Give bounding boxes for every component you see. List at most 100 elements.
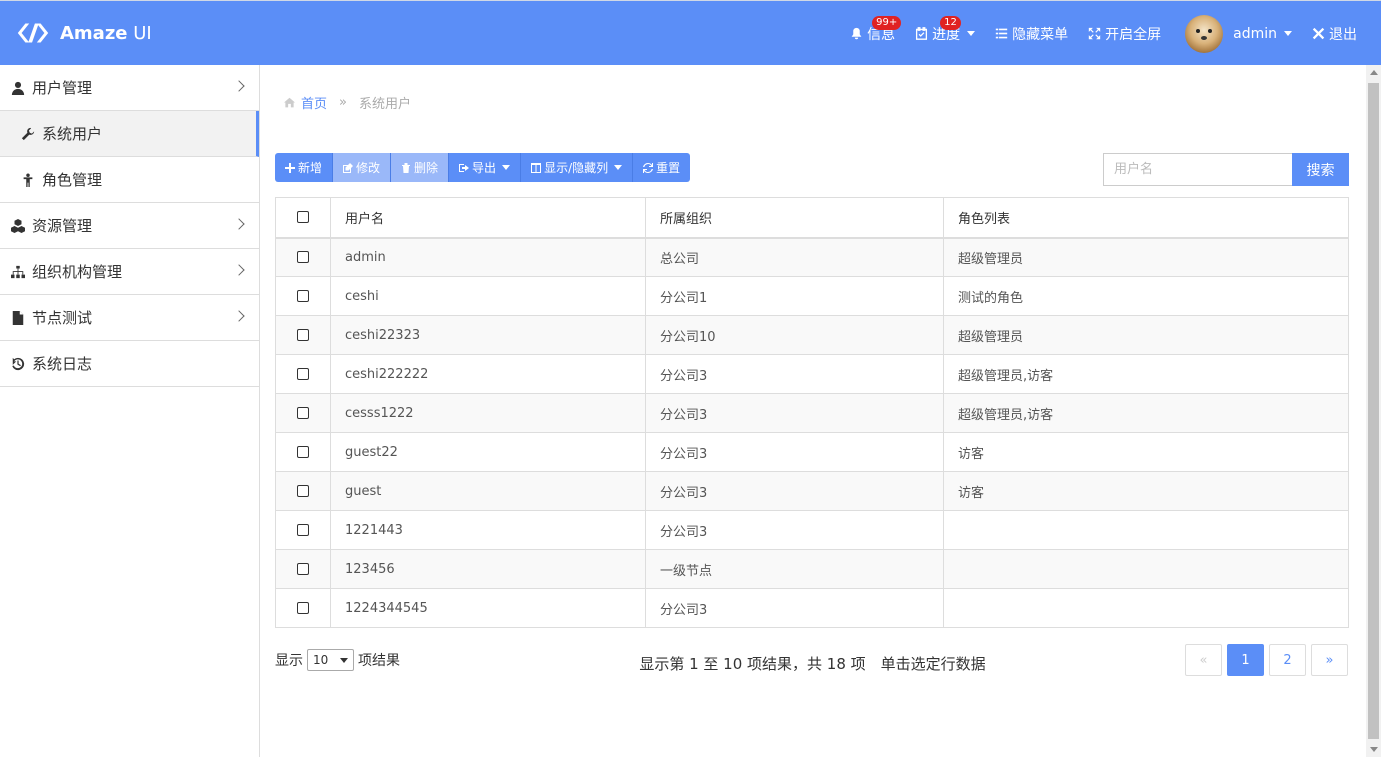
cell-organization: 分公司3 bbox=[645, 510, 944, 550]
calendar-check-icon bbox=[916, 27, 928, 40]
messages-menu[interactable]: 信息 99+ bbox=[840, 1, 905, 66]
sign-out-icon bbox=[459, 163, 470, 172]
sidebar-item-resource-management[interactable]: 资源管理 bbox=[0, 203, 259, 249]
cell-username: guest bbox=[330, 471, 646, 511]
user-menu[interactable]: admin bbox=[1171, 1, 1302, 66]
sidebar-item-label: 系统用户 bbox=[42, 125, 103, 143]
trash-icon bbox=[402, 162, 411, 173]
row-checkbox[interactable] bbox=[297, 329, 309, 341]
table-row[interactable]: 1221443 分公司3 bbox=[275, 510, 1349, 550]
edit-icon bbox=[343, 162, 354, 173]
scrollbar-thumb[interactable] bbox=[1368, 83, 1379, 739]
cell-username: admin bbox=[330, 237, 646, 277]
row-checkbox[interactable] bbox=[297, 407, 309, 419]
brand-logo[interactable]: Amaze UI bbox=[14, 19, 152, 47]
scroll-up-icon[interactable] bbox=[1370, 70, 1378, 75]
column-header-organization[interactable]: 所属组织 bbox=[645, 197, 944, 239]
prev-page-button[interactable]: « bbox=[1185, 644, 1222, 676]
main-content: 首页 » 系统用户 新增 修改 删除 导出 显示/隐藏列 重置 用户名 搜索 用… bbox=[260, 65, 1366, 757]
toggle-columns-button[interactable]: 显示/隐藏列 bbox=[521, 153, 634, 182]
search-input[interactable] bbox=[1103, 153, 1292, 186]
file-icon bbox=[10, 310, 26, 326]
page-size-select[interactable]: 10 bbox=[307, 649, 354, 671]
table-row[interactable]: admin 总公司 超级管理员 bbox=[275, 237, 1349, 277]
select-all-checkbox[interactable] bbox=[297, 211, 309, 224]
chevron-right-icon bbox=[233, 218, 245, 230]
cell-roles bbox=[943, 588, 1349, 628]
row-checkbox[interactable] bbox=[297, 563, 309, 575]
progress-badge: 12 bbox=[940, 16, 961, 30]
sidebar-item-role-management[interactable]: 角色管理 bbox=[0, 157, 259, 203]
table-row[interactable]: ceshi22323 分公司10 超级管理员 bbox=[275, 315, 1349, 355]
table-row[interactable]: ceshi222222 分公司3 超级管理员,访客 bbox=[275, 354, 1349, 394]
history-icon bbox=[10, 356, 26, 372]
sidebar-item-label: 系统日志 bbox=[32, 355, 93, 373]
column-header-username[interactable]: 用户名 bbox=[330, 197, 646, 239]
sidebar-item-system-users[interactable]: 系统用户 bbox=[0, 111, 259, 157]
logout-button[interactable]: 退出 bbox=[1302, 1, 1381, 66]
vertical-scrollbar[interactable] bbox=[1366, 65, 1381, 757]
row-checkbox[interactable] bbox=[297, 524, 309, 536]
table-row[interactable]: 1224344545 分公司3 bbox=[275, 588, 1349, 628]
add-button[interactable]: 新增 bbox=[275, 153, 334, 182]
home-icon bbox=[284, 97, 295, 108]
cell-organization: 分公司1 bbox=[645, 276, 944, 316]
columns-icon bbox=[531, 162, 542, 173]
cell-organization: 分公司3 bbox=[645, 393, 944, 433]
export-button[interactable]: 导出 bbox=[449, 153, 522, 182]
sidebar-item-user-management[interactable]: 用户管理 bbox=[0, 65, 259, 111]
cell-roles: 超级管理员,访客 bbox=[943, 393, 1349, 433]
row-checkbox[interactable] bbox=[297, 485, 309, 497]
chevron-down-icon bbox=[502, 165, 511, 170]
row-checkbox[interactable] bbox=[297, 368, 309, 380]
page-1-button[interactable]: 1 bbox=[1227, 644, 1264, 676]
wrench-icon bbox=[20, 126, 36, 142]
top-navbar: Amaze UI 信息 99+ 进度 12 隐藏菜单 开启全屏 admin 退出 bbox=[0, 0, 1381, 65]
pagination: « 1 2 » bbox=[1185, 644, 1348, 676]
scroll-down-icon[interactable] bbox=[1370, 747, 1378, 752]
fullscreen-button[interactable]: 开启全屏 bbox=[1078, 1, 1171, 66]
chevron-down-icon bbox=[340, 657, 348, 663]
sidebar-item-system-log[interactable]: 系统日志 bbox=[0, 341, 259, 387]
cell-organization: 分公司3 bbox=[645, 588, 944, 628]
page-2-button[interactable]: 2 bbox=[1269, 644, 1306, 676]
cell-roles: 超级管理员 bbox=[943, 315, 1349, 355]
table-row[interactable]: cesss1222 分公司3 超级管理员,访客 bbox=[275, 393, 1349, 433]
sitemap-icon bbox=[10, 264, 26, 280]
row-checkbox[interactable] bbox=[297, 602, 309, 614]
plus-icon bbox=[285, 162, 295, 173]
edit-button[interactable]: 修改 bbox=[333, 153, 392, 182]
hide-menu-button[interactable]: 隐藏菜单 bbox=[985, 1, 1078, 66]
fullscreen-label: 开启全屏 bbox=[1105, 26, 1162, 43]
close-icon bbox=[1312, 27, 1325, 40]
table-row[interactable]: guest 分公司3 访客 bbox=[275, 471, 1349, 511]
breadcrumb-home-link[interactable]: 首页 bbox=[301, 93, 327, 112]
progress-menu[interactable]: 进度 12 bbox=[905, 1, 985, 66]
reset-button[interactable]: 重置 bbox=[633, 153, 691, 182]
table-row[interactable]: ceshi 分公司1 测试的角色 bbox=[275, 276, 1349, 316]
cell-organization: 分公司3 bbox=[645, 432, 944, 472]
sidebar-item-node-test[interactable]: 节点测试 bbox=[0, 295, 259, 341]
table-row[interactable]: 123456 一级节点 bbox=[275, 549, 1349, 589]
cell-roles: 超级管理员,访客 bbox=[943, 354, 1349, 394]
row-checkbox[interactable] bbox=[297, 290, 309, 302]
page-size-prefix: 显示 bbox=[275, 653, 303, 669]
table-row[interactable]: guest22 分公司3 访客 bbox=[275, 432, 1349, 472]
row-checkbox[interactable] bbox=[297, 251, 309, 264]
chevron-down-icon bbox=[1284, 31, 1292, 36]
breadcrumb: 首页 » 系统用户 bbox=[284, 93, 411, 112]
user-name: admin bbox=[1233, 25, 1277, 42]
delete-button[interactable]: 删除 bbox=[391, 153, 450, 182]
chevron-right-icon bbox=[233, 80, 245, 92]
list-icon bbox=[995, 28, 1008, 39]
sidebar-item-label: 资源管理 bbox=[32, 217, 93, 235]
column-header-roles[interactable]: 角色列表 bbox=[943, 197, 1349, 239]
cell-organization: 总公司 bbox=[645, 237, 944, 277]
sidebar-item-label: 节点测试 bbox=[32, 309, 93, 327]
row-checkbox[interactable] bbox=[297, 446, 309, 458]
search-button[interactable]: 搜索 bbox=[1292, 153, 1349, 186]
next-page-button[interactable]: » bbox=[1311, 644, 1348, 676]
amaze-logo-icon bbox=[17, 23, 49, 43]
cell-organization: 分公司10 bbox=[645, 315, 944, 355]
sidebar-item-org-management[interactable]: 组织机构管理 bbox=[0, 249, 259, 295]
